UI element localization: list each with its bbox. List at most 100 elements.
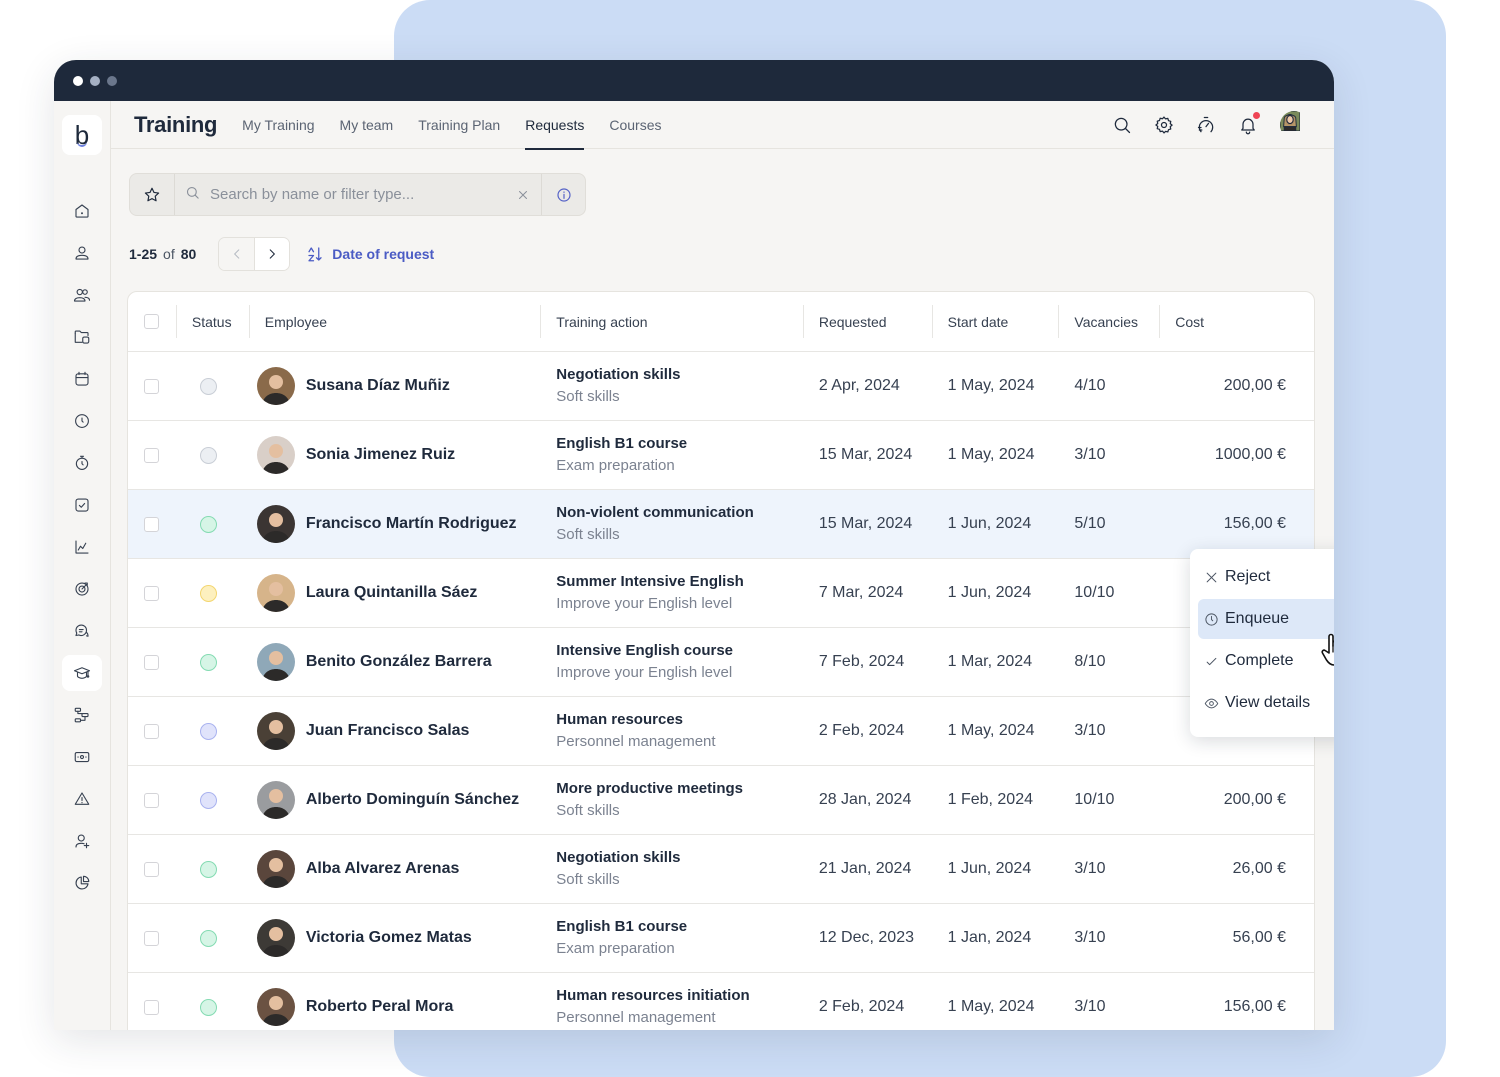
- employee-name[interactable]: Laura Quintanilla Sáez: [306, 584, 478, 602]
- sidebar-item-workflow[interactable]: [62, 697, 102, 733]
- training-title[interactable]: English B1 course: [556, 433, 687, 455]
- search-input[interactable]: [210, 186, 505, 203]
- user-avatar[interactable]: [1280, 111, 1308, 139]
- column-header-start-date[interactable]: Start date: [931, 292, 1059, 351]
- table-row[interactable]: Juan Francisco Salas Human resources Perso…: [128, 697, 1314, 766]
- search-icon[interactable]: [1112, 115, 1132, 135]
- table-row[interactable]: Laura Quintanilla Sáez Summer Intensive E…: [128, 559, 1314, 628]
- employee-name[interactable]: Sonia Jimenez Ruiz: [306, 446, 455, 464]
- table-row[interactable]: Sonia Jimenez Ruiz English B1 course Exam …: [128, 421, 1314, 490]
- row-checkbox[interactable]: [144, 447, 160, 463]
- sort-button[interactable]: Date of request: [306, 245, 434, 263]
- sidebar-item-home[interactable]: [62, 193, 102, 229]
- menu-item-enqueue[interactable]: Enqueue: [1198, 599, 1334, 639]
- window-dot-close[interactable]: [73, 75, 83, 86]
- training-title[interactable]: Human resources: [556, 709, 683, 731]
- cost: 1000,00 €: [1214, 446, 1286, 463]
- sidebar-item-user[interactable]: [62, 235, 102, 271]
- sidebar-item-clock[interactable]: [62, 403, 102, 439]
- row-checkbox[interactable]: [144, 585, 160, 601]
- table-row[interactable]: Roberto Peral Mora Human resources initia…: [128, 973, 1314, 1030]
- employee-cell: Susana Díaz Muñiz: [249, 352, 540, 420]
- row-checkbox[interactable]: [144, 378, 160, 394]
- tab-my-training[interactable]: My Training: [242, 101, 314, 149]
- sidebar-item-stopwatch[interactable]: [62, 445, 102, 481]
- training-title[interactable]: Negotiation skills: [556, 847, 680, 869]
- tab-training-plan[interactable]: Training Plan: [418, 101, 500, 149]
- table-row[interactable]: Francisco Martín Rodriguez Non-violent co…: [128, 490, 1314, 559]
- vacancies: 3/10: [1074, 998, 1106, 1015]
- training-title[interactable]: Intensive English course: [556, 640, 733, 662]
- previous-page-button[interactable]: [219, 238, 255, 270]
- sidebar-item-target[interactable]: [62, 571, 102, 607]
- table-row[interactable]: Susana Díaz Muñiz Negotiation skills Soft …: [128, 352, 1314, 421]
- table-row[interactable]: Victoria Gomez Matas English B1 course Exa…: [128, 904, 1314, 973]
- employee-name[interactable]: Susana Díaz Muñiz: [306, 377, 450, 395]
- table-row[interactable]: Benito González Barrera Intensive English…: [128, 628, 1314, 697]
- select-all-checkbox[interactable]: [144, 314, 160, 329]
- table-row[interactable]: Alba Alvarez Arenas Negotiation skills Sof…: [128, 835, 1314, 904]
- app-logo[interactable]: b: [62, 115, 102, 155]
- sidebar-item-checkbox[interactable]: [62, 487, 102, 523]
- training-title[interactable]: More productive meetings: [556, 778, 743, 800]
- tab-requests[interactable]: Requests: [525, 101, 585, 150]
- speedometer-icon[interactable]: [1196, 115, 1216, 135]
- row-checkbox[interactable]: [144, 861, 160, 877]
- employee-name[interactable]: Roberto Peral Mora: [306, 998, 454, 1016]
- training-title[interactable]: English B1 course: [556, 916, 687, 938]
- row-checkbox[interactable]: [144, 516, 160, 532]
- sidebar-item-pie-chart[interactable]: [62, 865, 102, 901]
- tab-courses[interactable]: Courses: [609, 101, 661, 149]
- employee-cell: Juan Francisco Salas: [249, 697, 540, 765]
- sidebar-item-folder[interactable]: [62, 319, 102, 355]
- menu-item-complete[interactable]: Complete: [1198, 641, 1334, 681]
- sidebar-item-graduation-cap[interactable]: [62, 655, 102, 691]
- training-cell: More productive meetings Soft skills: [540, 766, 803, 834]
- bell-icon[interactable]: [1238, 112, 1260, 135]
- status-indicator-approved: [199, 653, 217, 671]
- row-checkbox[interactable]: [144, 654, 160, 670]
- row-checkbox[interactable]: [144, 723, 160, 739]
- training-title[interactable]: Non-violent communication: [556, 502, 754, 524]
- row-checkbox[interactable]: [144, 930, 160, 946]
- training-cell: Human resources initiation Personnel mana…: [540, 973, 803, 1030]
- status-cell: [176, 559, 249, 627]
- employee-name[interactable]: Juan Francisco Salas: [306, 722, 470, 740]
- sidebar-item-money[interactable]: [62, 739, 102, 775]
- sidebar-item-calendar[interactable]: [62, 361, 102, 397]
- column-header-employee[interactable]: Employee: [248, 292, 540, 351]
- status-cell: [176, 697, 249, 765]
- employee-name[interactable]: Alba Alvarez Arenas: [306, 860, 460, 878]
- menu-item-reject[interactable]: Reject: [1198, 557, 1334, 597]
- sidebar-item-chart[interactable]: [62, 529, 102, 565]
- training-title[interactable]: Human resources initiation: [556, 985, 749, 1007]
- column-header-cost[interactable]: Cost: [1159, 292, 1314, 351]
- training-title[interactable]: Summer Intensive English: [556, 571, 744, 593]
- gear-icon[interactable]: [1154, 115, 1174, 135]
- sidebar-item-warning[interactable]: [62, 781, 102, 817]
- employee-name[interactable]: Benito González Barrera: [306, 653, 492, 671]
- sidebar-item-chat[interactable]: [62, 613, 102, 649]
- employee-name[interactable]: Victoria Gomez Matas: [306, 929, 472, 947]
- row-checkbox[interactable]: [144, 999, 160, 1015]
- column-header-vacancies[interactable]: Vacancies: [1058, 292, 1159, 351]
- column-header-status[interactable]: Status: [175, 292, 249, 351]
- row-checkbox[interactable]: [144, 792, 160, 808]
- training-title[interactable]: Negotiation skills: [556, 364, 680, 386]
- sidebar-item-users[interactable]: [62, 277, 102, 313]
- favorite-filter-button[interactable]: [130, 174, 175, 215]
- menu-item-view-details[interactable]: View details: [1198, 683, 1334, 723]
- employee-name[interactable]: Francisco Martín Rodriguez: [306, 515, 517, 533]
- column-header-requested[interactable]: Requested: [802, 292, 932, 351]
- employee-name[interactable]: Alberto Dominguín Sánchez: [306, 791, 519, 809]
- table-row[interactable]: Alberto Dominguín Sánchez More productive…: [128, 766, 1314, 835]
- next-page-button[interactable]: [254, 238, 290, 270]
- clear-search-icon[interactable]: [505, 189, 541, 201]
- info-button[interactable]: [541, 174, 585, 215]
- sidebar-item-user-plus[interactable]: [62, 823, 102, 859]
- target-icon: [75, 582, 89, 596]
- column-header-training-action[interactable]: Training action: [540, 292, 803, 351]
- window-dot-minimize[interactable]: [90, 75, 100, 86]
- tab-my-team[interactable]: My team: [340, 101, 394, 149]
- window-dot-maximize[interactable]: [107, 75, 117, 86]
